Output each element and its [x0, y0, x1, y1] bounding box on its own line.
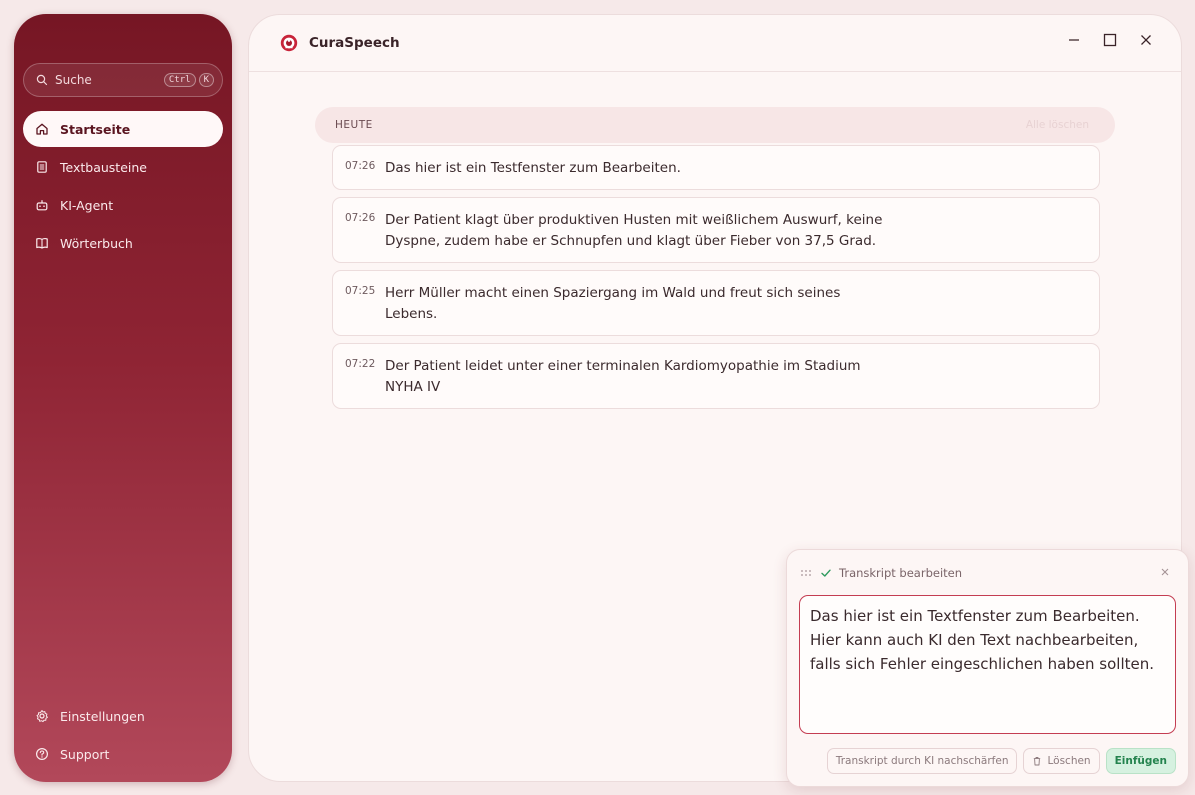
minimize-icon	[1069, 39, 1079, 41]
maximize-button[interactable]	[1103, 33, 1117, 47]
maximize-icon	[1103, 33, 1117, 47]
title-bar: CuraSpeech	[249, 15, 1181, 72]
curaspeech-logo-icon	[279, 33, 299, 53]
entry-time: 07:25	[345, 285, 376, 297]
section-header-today: HEUTE Alle löschen	[315, 107, 1115, 143]
shortcut-key-ctrl: Ctrl	[163, 73, 196, 87]
transcript-list: HEUTE Alle löschen 07:26 Das hier ist ei…	[315, 107, 1115, 416]
edit-transcript-panel: Transkript bearbeiten Das hier ist ein T…	[786, 549, 1189, 787]
sidebar-item-label: Textbausteine	[60, 159, 147, 175]
insert-button[interactable]: Einfügen	[1105, 748, 1176, 774]
entry-text: Herr Müller macht einen Spaziergang im W…	[385, 285, 841, 322]
close-icon	[1161, 568, 1169, 576]
sidebar-item-einstellungen[interactable]: Einstellungen	[23, 698, 223, 734]
sidebar: Suche Ctrl K Startseite Textbausteine KI…	[14, 14, 232, 782]
entry-time: 07:22	[345, 358, 376, 370]
shortcut-key-k: K	[198, 73, 214, 87]
delete-button[interactable]: Löschen	[1023, 748, 1100, 774]
book-icon	[35, 236, 49, 250]
sidebar-nav: Startseite Textbausteine KI-Agent Wörter…	[23, 111, 223, 263]
transcript-textarea[interactable]: Das hier ist ein Textfenster zum Bearbei…	[799, 595, 1176, 734]
check-icon	[820, 567, 832, 579]
search-input[interactable]: Suche Ctrl K	[23, 63, 223, 97]
entry-text: Der Patient klagt über produktiven Huste…	[385, 212, 883, 249]
app-title: CuraSpeech	[309, 35, 400, 51]
document-icon	[35, 160, 49, 174]
ai-refine-button[interactable]: Transkript durch KI nachschärfen	[826, 748, 1018, 774]
close-window-button[interactable]	[1139, 33, 1153, 47]
trash-icon	[1032, 756, 1042, 766]
panel-header: Transkript bearbeiten	[787, 550, 1188, 596]
delete-all-button[interactable]: Alle löschen	[1026, 119, 1089, 131]
sidebar-item-label: KI-Agent	[60, 197, 114, 213]
home-icon	[35, 122, 49, 136]
entry-time: 07:26	[345, 160, 376, 172]
drag-handle-icon[interactable]	[800, 569, 812, 577]
sidebar-item-label: Support	[60, 746, 110, 762]
gear-icon	[35, 709, 49, 723]
delete-label: Löschen	[1047, 755, 1091, 767]
close-icon	[1141, 35, 1151, 45]
entries: 07:26 Das hier ist ein Testfenster zum B…	[332, 145, 1100, 409]
list-item[interactable]: 07:25 Herr Müller macht einen Spaziergan…	[332, 270, 1100, 336]
list-item[interactable]: 07:26 Der Patient klagt über produktiven…	[332, 197, 1100, 263]
entry-text: Der Patient leidet unter einer terminale…	[385, 358, 861, 395]
entry-text: Das hier ist ein Testfenster zum Bearbei…	[385, 160, 681, 176]
insert-label: Einfügen	[1114, 755, 1167, 767]
sidebar-item-label: Wörterbuch	[60, 235, 133, 251]
entry-time: 07:26	[345, 212, 376, 224]
minimize-button[interactable]	[1067, 33, 1081, 47]
list-item[interactable]: 07:22 Der Patient leidet unter einer ter…	[332, 343, 1100, 409]
ai-refine-label: Transkript durch KI nachschärfen	[835, 755, 1009, 767]
panel-actions: Transkript durch KI nachschärfen Löschen…	[826, 748, 1176, 774]
panel-title: Transkript bearbeiten	[839, 566, 963, 580]
sidebar-item-textbausteine[interactable]: Textbausteine	[23, 149, 223, 185]
sidebar-item-ki-agent[interactable]: KI-Agent	[23, 187, 223, 223]
search-icon	[36, 74, 48, 86]
list-item[interactable]: 07:26 Das hier ist ein Testfenster zum B…	[332, 145, 1100, 190]
sidebar-item-label: Startseite	[60, 121, 131, 137]
sidebar-item-startseite[interactable]: Startseite	[23, 111, 223, 147]
help-icon	[35, 747, 49, 761]
section-label: HEUTE	[335, 119, 373, 131]
search-label: Suche	[55, 73, 92, 87]
sidebar-item-label: Einstellungen	[60, 708, 145, 724]
sidebar-item-support[interactable]: Support	[23, 736, 223, 772]
window-controls	[1067, 33, 1153, 47]
close-panel-button[interactable]	[1160, 567, 1170, 577]
sidebar-item-woerterbuch[interactable]: Wörterbuch	[23, 225, 223, 261]
sidebar-bottom-nav: Einstellungen Support	[23, 698, 223, 774]
robot-icon	[35, 198, 49, 212]
